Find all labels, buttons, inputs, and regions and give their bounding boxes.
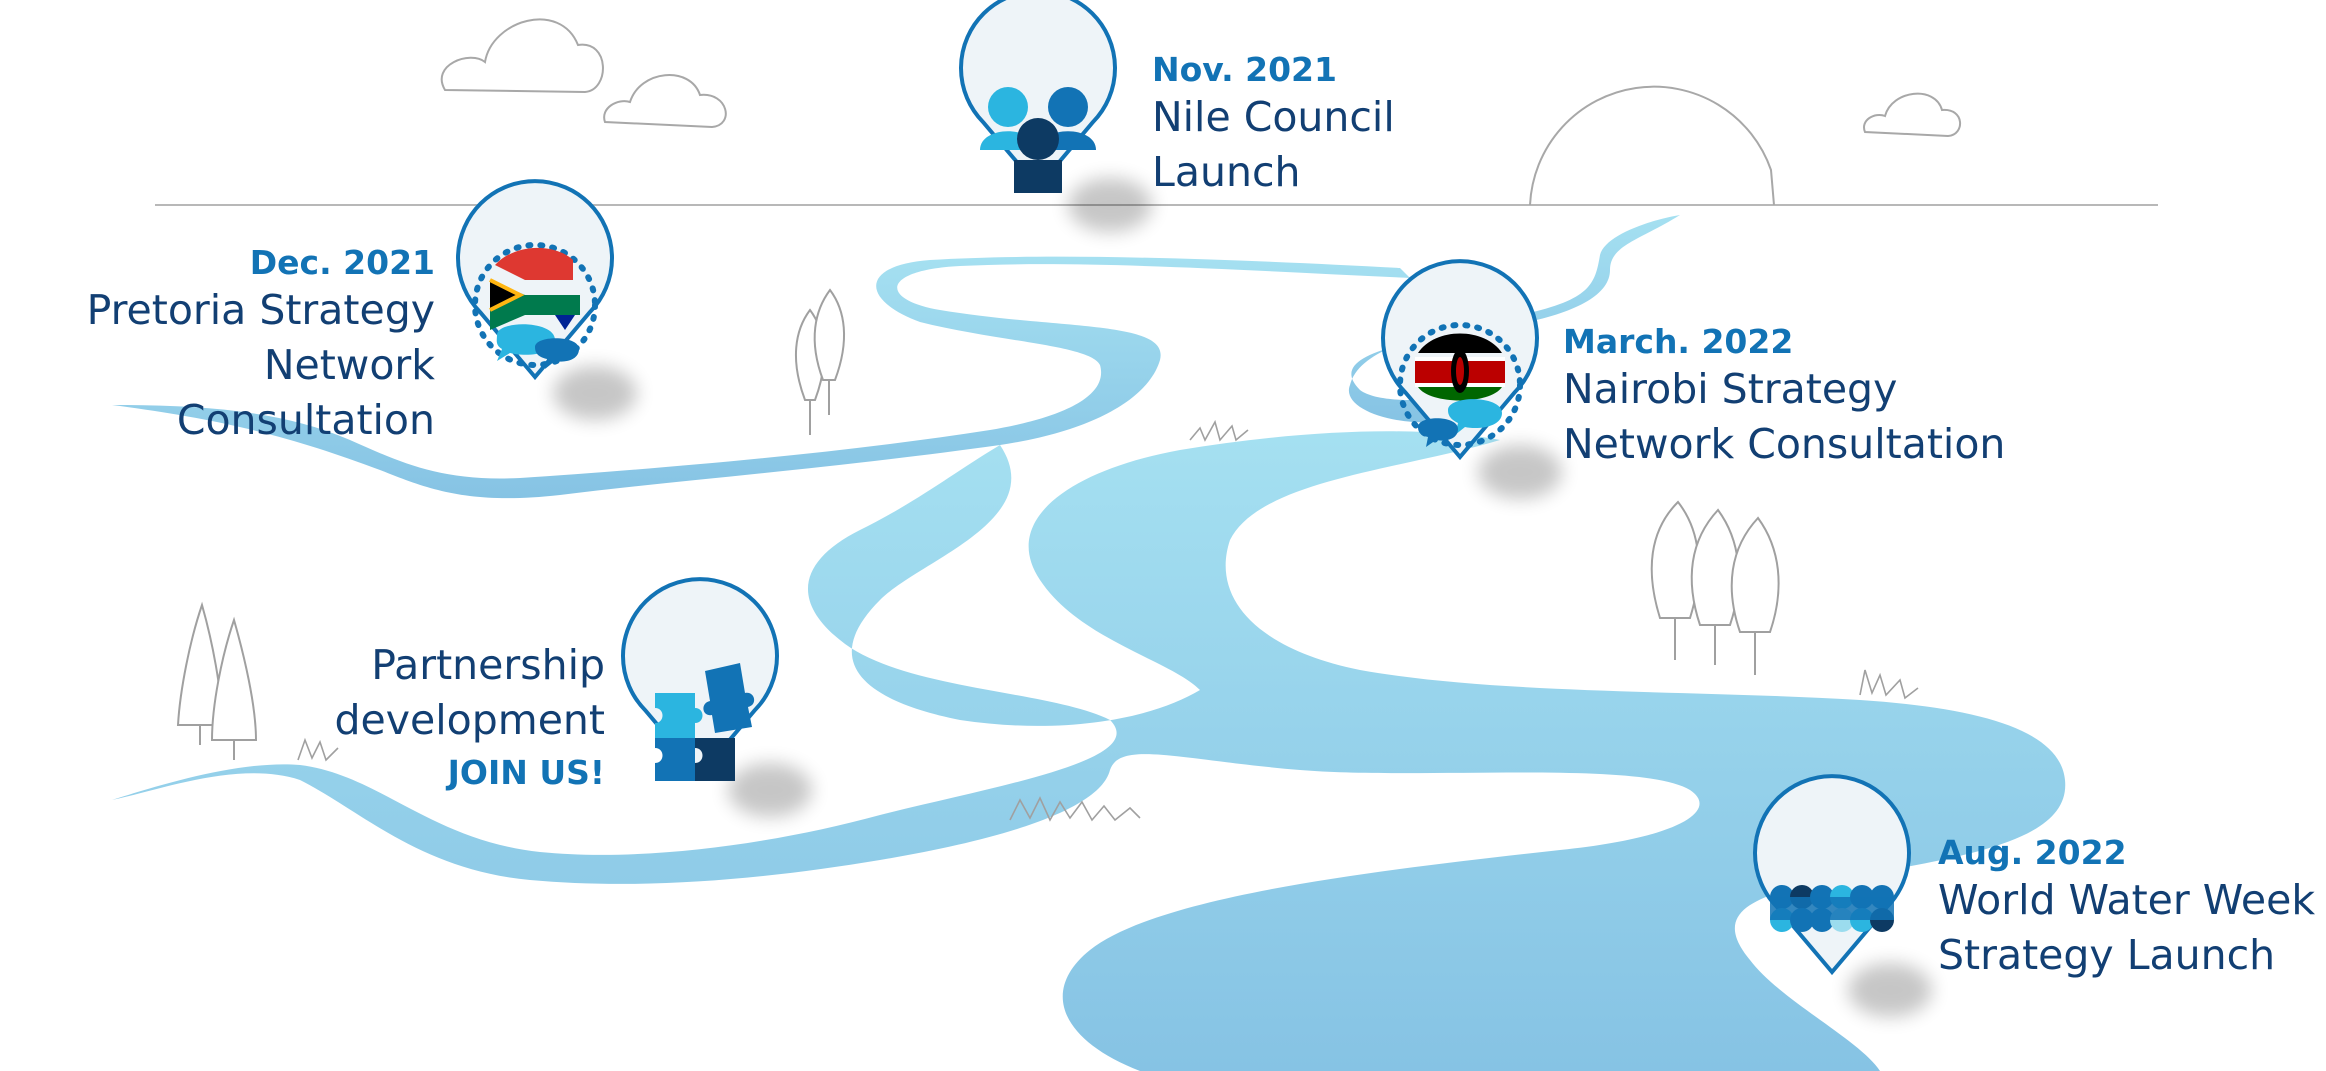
pin-pretoria [456,179,614,381]
milestone-title-line: Nile Council [1152,93,1395,141]
milestone-title-line: development [334,696,605,744]
sun-outline [1529,85,1775,206]
milestone-nile-label: Nov. 2021 Nile Council Launch [1152,50,1395,200]
milestone-date: Nov. 2021 [1152,50,1337,89]
milestone-title-line: Network Consultation [176,341,435,444]
milestone-title-line: Nairobi Strategy [1563,365,1898,413]
pin-partnership [621,577,779,781]
milestone-date: Dec. 2021 [249,243,435,282]
pin-nairobi [1381,259,1539,461]
milestone-title-line: Network Consultation [1563,420,2006,468]
pin-world-water-week [1753,774,1911,976]
milestone-title-line: Partnership [371,641,605,689]
milestone-nairobi-label: March. 2022 Nairobi Strategy Network Con… [1563,322,2005,472]
milestone-title-line: Launch [1152,148,1301,196]
waves-logo-icon [1770,885,1894,932]
milestone-partnership-label: Partnership development JOIN US! [200,638,605,798]
milestone-date: Aug. 2022 [1938,833,2127,872]
milestone-date: March. 2022 [1563,322,1794,361]
milestone-pretoria-label: Dec. 2021 Pretoria Strategy Network Cons… [0,243,435,448]
milestone-wwweek-label: Aug. 2022 World Water Week Strategy Laun… [1938,833,2315,983]
milestone-title-line: World Water Week [1938,876,2316,924]
join-us-callout: JOIN US! [447,753,605,792]
milestone-title-line: Pretoria Strategy [86,286,435,334]
pin-nile-council [959,0,1117,193]
milestone-title-line: Strategy Launch [1938,931,2276,979]
